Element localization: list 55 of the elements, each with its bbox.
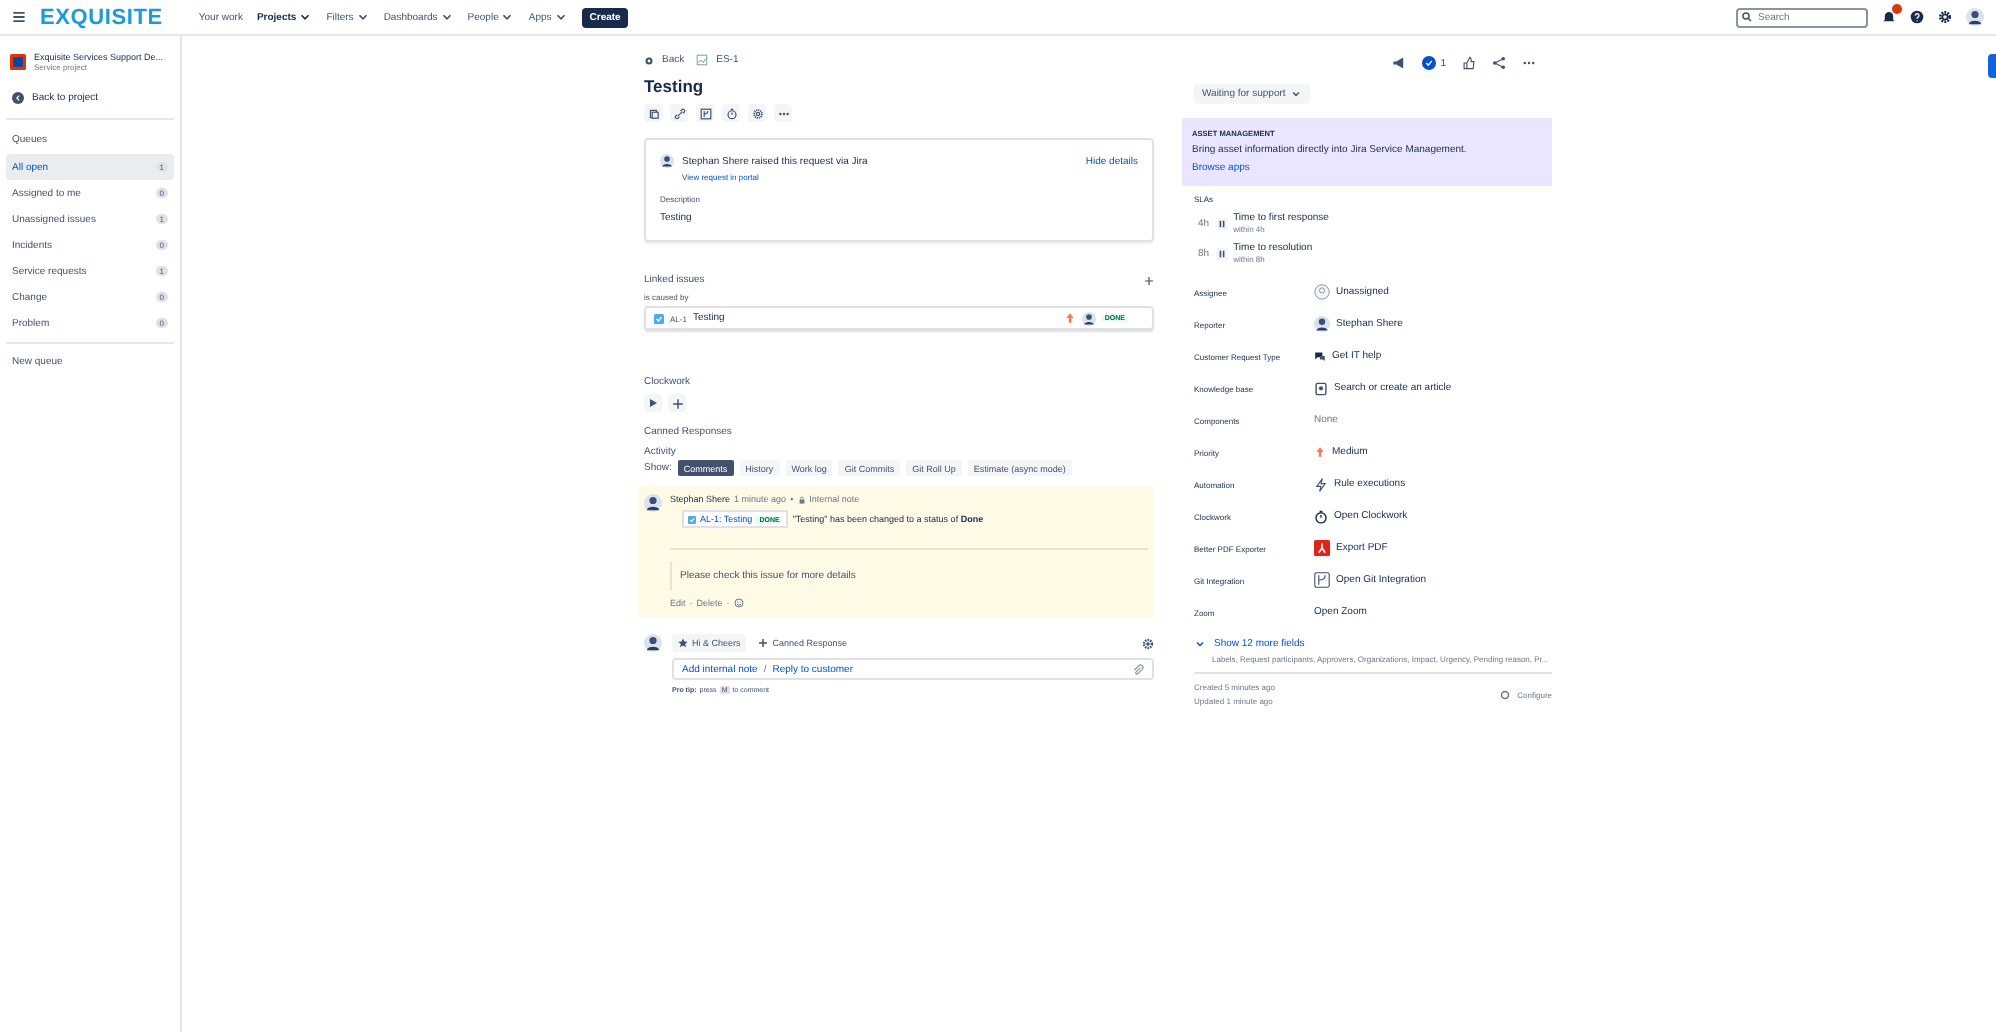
settings-button[interactable] bbox=[748, 104, 766, 122]
help-icon bbox=[1910, 10, 1924, 24]
link-button[interactable] bbox=[670, 104, 688, 122]
avatar-icon bbox=[1081, 311, 1096, 325]
avatar-icon bbox=[644, 494, 662, 512]
git-icon bbox=[699, 107, 711, 119]
notifications-icon[interactable] bbox=[1882, 10, 1896, 24]
stopwatch-button[interactable] bbox=[722, 104, 740, 122]
task-icon bbox=[688, 515, 696, 523]
caret-icon bbox=[1289, 88, 1302, 100]
more-icon bbox=[777, 107, 789, 119]
star-icon bbox=[678, 638, 688, 648]
menu-icon bbox=[12, 10, 26, 24]
pause-icon bbox=[1215, 217, 1228, 229]
empty-avatar-icon bbox=[1314, 284, 1330, 300]
megaphone-icon bbox=[1392, 56, 1407, 70]
share-icon bbox=[1492, 56, 1506, 70]
git-button[interactable] bbox=[696, 104, 714, 122]
pdf-icon bbox=[1314, 540, 1330, 556]
back-icon bbox=[12, 92, 24, 104]
plus-icon bbox=[671, 397, 683, 409]
speech-bubble-icon bbox=[1314, 350, 1326, 362]
issue-title: Testing bbox=[644, 76, 706, 96]
priority-arrow-icon bbox=[1314, 446, 1326, 458]
play-icon bbox=[648, 398, 658, 408]
start-timer-button[interactable] bbox=[644, 394, 662, 412]
priority-arrow-icon bbox=[1063, 312, 1076, 324]
pause-icon bbox=[1215, 247, 1228, 259]
broken-image-icon bbox=[696, 54, 709, 66]
article-icon bbox=[1314, 381, 1328, 395]
more-icon bbox=[1522, 56, 1536, 70]
link-icon bbox=[673, 107, 685, 119]
lock-icon bbox=[797, 495, 806, 503]
avatar-icon bbox=[644, 634, 662, 652]
copy-icon bbox=[647, 107, 659, 119]
attachment-icon bbox=[1132, 663, 1144, 675]
avatar-icon bbox=[1314, 316, 1330, 332]
lightning-icon bbox=[1314, 477, 1328, 491]
avatar-icon bbox=[1966, 8, 1984, 26]
task-icon bbox=[654, 313, 664, 323]
plus-icon bbox=[758, 638, 769, 648]
copy-button[interactable] bbox=[644, 104, 662, 122]
project-icon bbox=[10, 54, 26, 70]
stopwatch-icon bbox=[725, 107, 737, 119]
search-icon bbox=[1742, 12, 1752, 22]
thumbs-up-icon bbox=[1462, 56, 1476, 70]
side-panel-tab[interactable] bbox=[1988, 54, 1996, 78]
more-button[interactable] bbox=[774, 104, 792, 122]
add-button[interactable] bbox=[668, 394, 686, 412]
emoji-icon bbox=[733, 598, 744, 608]
stopwatch-icon bbox=[1314, 509, 1328, 523]
avatar-icon bbox=[660, 154, 674, 168]
git-icon bbox=[1314, 572, 1330, 588]
chevron-icon bbox=[1194, 638, 1206, 650]
add-icon bbox=[1144, 275, 1154, 285]
